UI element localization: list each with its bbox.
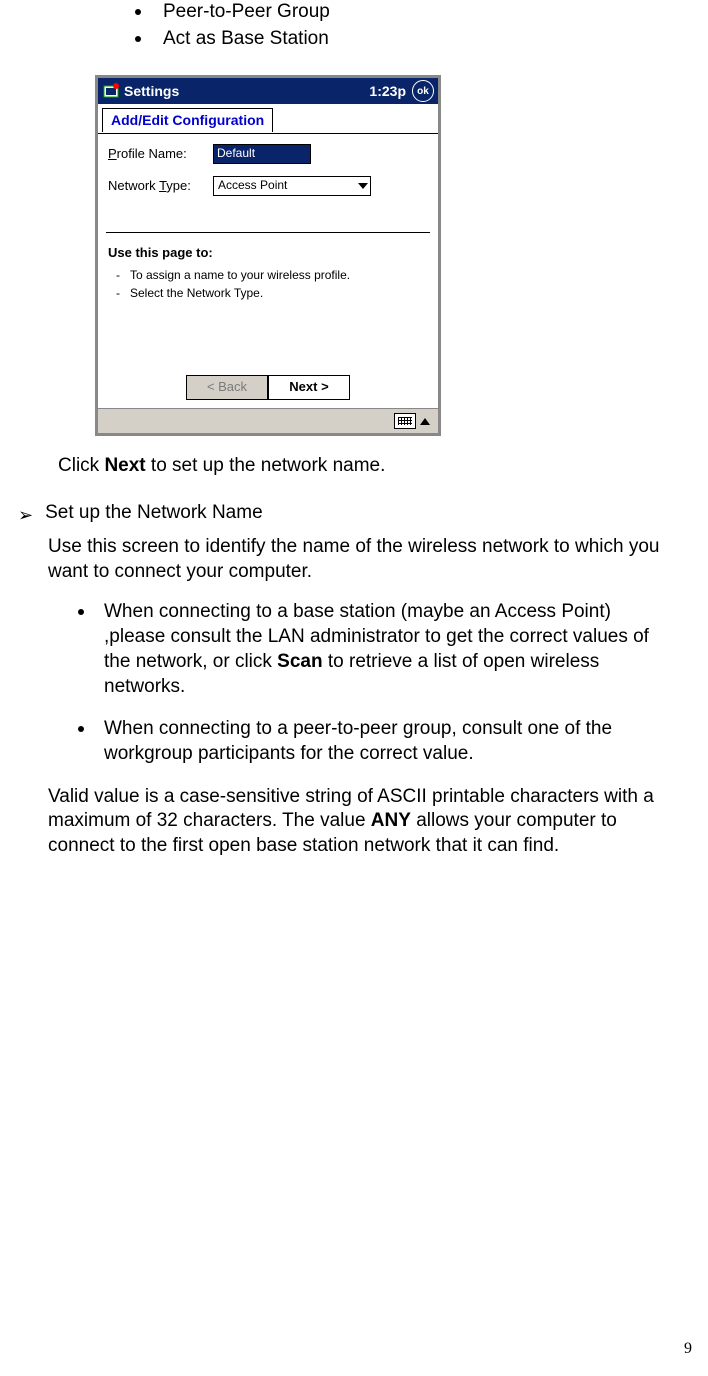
input-panel-bar: [98, 408, 438, 433]
divider: [106, 232, 430, 233]
bullet-icon: [78, 609, 84, 615]
wizard-nav: < Back Next >: [98, 367, 438, 408]
network-type-label: Network Type:: [108, 178, 213, 195]
section-title: Set up the Network Name: [45, 501, 263, 526]
network-type-value: Access Point: [218, 178, 287, 194]
list-item: When connecting to a peer-to-peer group,…: [78, 717, 668, 766]
window-titlebar: Settings 1:23p ok: [98, 78, 438, 104]
config-form: Profile Name: Default Network Type: Acce…: [98, 134, 438, 214]
network-type-row: Network Type: Access Point: [108, 176, 428, 196]
profile-name-label: Profile Name:: [108, 146, 213, 163]
help-text: Select the Network Type.: [130, 286, 263, 302]
ok-button[interactable]: ok: [412, 80, 434, 102]
list-item: Act as Base Station: [135, 27, 668, 52]
tab-bar: Add/Edit Configuration: [98, 104, 438, 134]
help-title: Use this page to:: [108, 245, 428, 262]
bullet-text: Peer-to-Peer Group: [163, 0, 330, 25]
top-bullet-list: Peer-to-Peer Group Act as Base Station: [135, 0, 668, 51]
section-heading: ➢ Set up the Network Name: [18, 501, 668, 527]
help-panel: Use this page to: - To assign a name to …: [98, 241, 438, 311]
keyboard-icon[interactable]: [394, 413, 416, 429]
arrow-bullet-icon: ➢: [18, 504, 33, 527]
help-item: - To assign a name to your wireless prof…: [116, 268, 428, 284]
bullet-icon: [135, 36, 141, 42]
spacer: [98, 311, 438, 367]
bullet-icon: [135, 9, 141, 15]
clock-text: 1:23p: [369, 82, 406, 100]
bullet-icon: [78, 726, 84, 732]
bullet-text: When connecting to a peer-to-peer group,…: [104, 717, 668, 766]
instruction-text: Click Next to set up the network name.: [58, 454, 668, 479]
list-item: When connecting to a base station (maybe…: [78, 600, 668, 699]
bullet-text: When connecting to a base station (maybe…: [104, 600, 668, 699]
dash-icon: -: [116, 286, 120, 302]
window-title: Settings: [124, 82, 369, 100]
next-button[interactable]: Next >: [268, 375, 350, 400]
tab-add-edit-configuration[interactable]: Add/Edit Configuration: [102, 108, 273, 131]
embedded-screenshot: Settings 1:23p ok Add/Edit Configuration…: [95, 75, 668, 436]
page-number: 9: [684, 1339, 692, 1360]
profile-name-input[interactable]: Default: [213, 144, 311, 164]
bullet-text: Act as Base Station: [163, 27, 329, 52]
network-type-select[interactable]: Access Point: [213, 176, 371, 196]
dash-icon: -: [116, 268, 120, 284]
profile-name-row: Profile Name: Default: [108, 144, 428, 164]
app-icon: [102, 82, 120, 100]
chevron-down-icon: [358, 183, 368, 189]
back-button: < Back: [186, 375, 268, 400]
list-item: Peer-to-Peer Group: [135, 0, 668, 25]
help-text: To assign a name to your wireless profil…: [130, 268, 350, 284]
sub-bullet-list: When connecting to a base station (maybe…: [78, 600, 668, 766]
valid-value-text: Valid value is a case-sensitive string o…: [48, 785, 668, 859]
section-intro: Use this screen to identify the name of …: [48, 535, 668, 584]
chevron-up-icon[interactable]: [420, 418, 430, 425]
help-item: - Select the Network Type.: [116, 286, 428, 302]
